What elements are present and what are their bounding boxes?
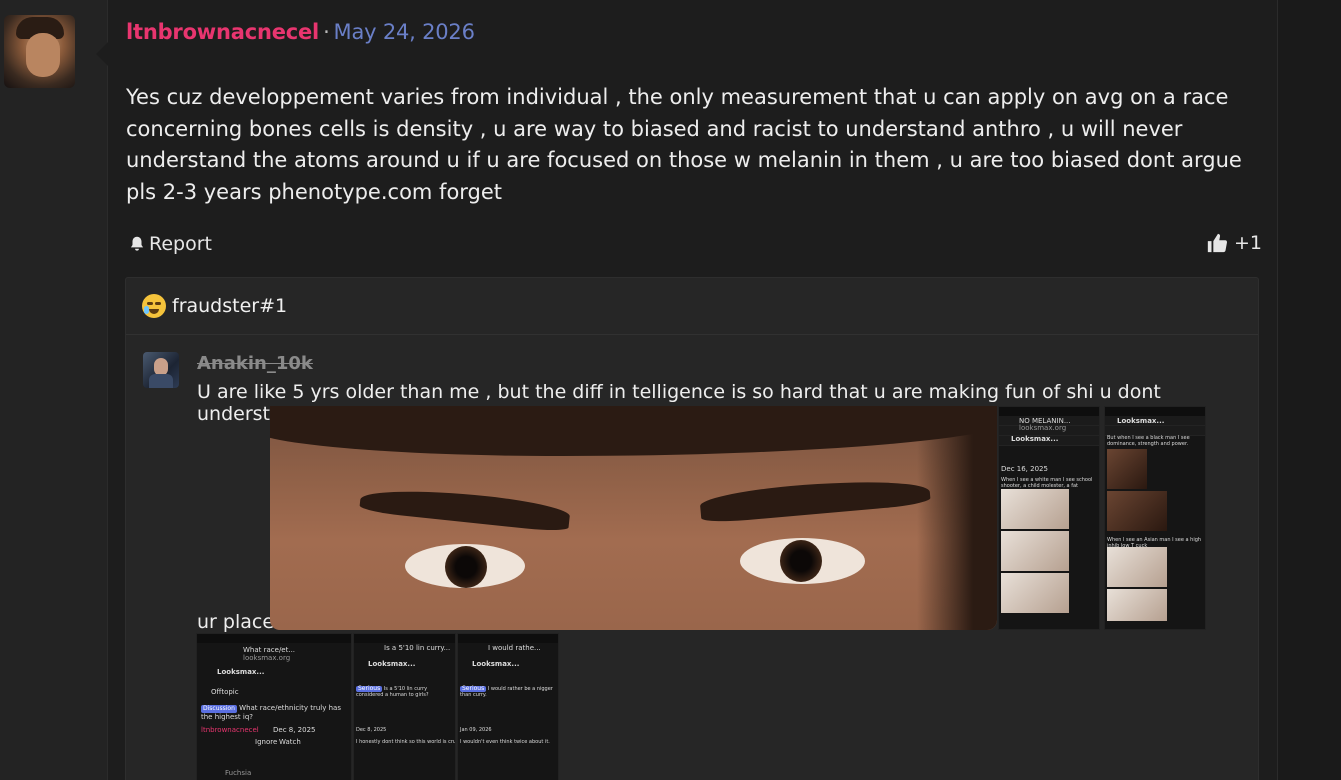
quote-block: fraudster#1 Anakin_10k U are like 5 yrs … [125,277,1259,780]
thumbs-up-icon [1207,233,1228,253]
screenshot-thread: Discussion What race/ethnicity truly has… [201,704,349,721]
screenshot-caption: But when I see a black man I see dominan… [1107,435,1190,447]
screenshot-logo: Looksmax... [217,668,265,676]
right-gutter [1277,0,1341,780]
report-button[interactable]: Report [128,233,212,255]
eyes-closeup-image[interactable] [270,406,997,630]
screenshot-logo: Looksmax... [472,660,520,668]
quoted-text-end: ur place [197,611,275,633]
screenshot-thumbnail[interactable]: Is a 5'10 lin curry... Looksmax... Serio… [353,633,456,780]
quoted-user-avatar[interactable] [143,352,179,388]
screenshot-thumbnail[interactable]: I would rathe... Looksmax... Serious I w… [457,633,559,780]
screenshot-ignore: Ignore [255,738,278,746]
quote-header[interactable]: fraudster#1 [126,278,1258,335]
quote-title: fraudster#1 [172,295,288,317]
post-username[interactable]: ltnbrownacnecel [126,20,319,44]
screenshot-logo: Looksmax... [368,660,416,668]
crying-laughing-emoji-icon [142,294,166,318]
screenshot-watch: Watch [279,738,301,746]
screenshot-title: What race/et... [243,646,296,654]
screenshot-site: looksmax.org [243,654,291,662]
screenshot-date: Dec 16, 2025 [1001,465,1048,473]
quoted-username[interactable]: Anakin_10k [197,353,313,374]
report-label: Report [149,233,212,255]
screenshot-user: ltnbrownacnecel [201,726,259,734]
screenshot-title: I would rathe... [488,644,541,652]
user-avatar[interactable] [4,15,75,88]
screenshot-thumbnail[interactable]: Looksmax... But when I see a black man I… [1104,406,1206,630]
screenshot-date: Dec 8, 2025 [273,726,316,734]
screenshot-date: Dec 8, 2025 [356,727,387,733]
message-arrow [96,42,108,66]
screenshot-thumbnail[interactable]: What race/et... looksmax.org Looksmax...… [196,633,352,780]
screenshot-logo: Looksmax... [1117,417,1165,425]
screenshot-body: I honestly dont think so this world is c… [356,739,456,745]
bell-icon [130,236,144,251]
post-header: ltnbrownacnecel · May 24, 2026 [126,20,475,44]
screenshot-thumbnail[interactable]: NO MELANIN... looksmax.org Looksmax... D… [998,406,1100,630]
like-count: +1 [1234,232,1263,254]
screenshot-rank: Fuchsia [225,769,252,777]
screenshot-back: Offtopic [211,688,239,696]
screenshot-logo: Looksmax... [1011,435,1059,443]
screenshot-date: Jan 09, 2026 [460,727,492,733]
left-gutter [0,0,108,780]
screenshot-thread: Serious I would rather be a nigger than … [460,686,558,698]
post-date[interactable]: May 24, 2026 [334,20,475,44]
screenshot-tag: Discussion [201,705,237,713]
screenshot-title: Is a 5'10 lin curry... [384,644,451,652]
screenshot-thread: Serious Is a 5'10 lin curry considered a… [356,686,454,698]
screenshot-body: I wouldn't even think twice about it. [460,739,550,745]
post-body: Yes cuz developpement varies from indivi… [126,85,1242,204]
screenshot-site: looksmax.org [1019,424,1067,432]
header-separator: · [323,20,330,44]
like-button[interactable]: +1 [1206,232,1262,254]
